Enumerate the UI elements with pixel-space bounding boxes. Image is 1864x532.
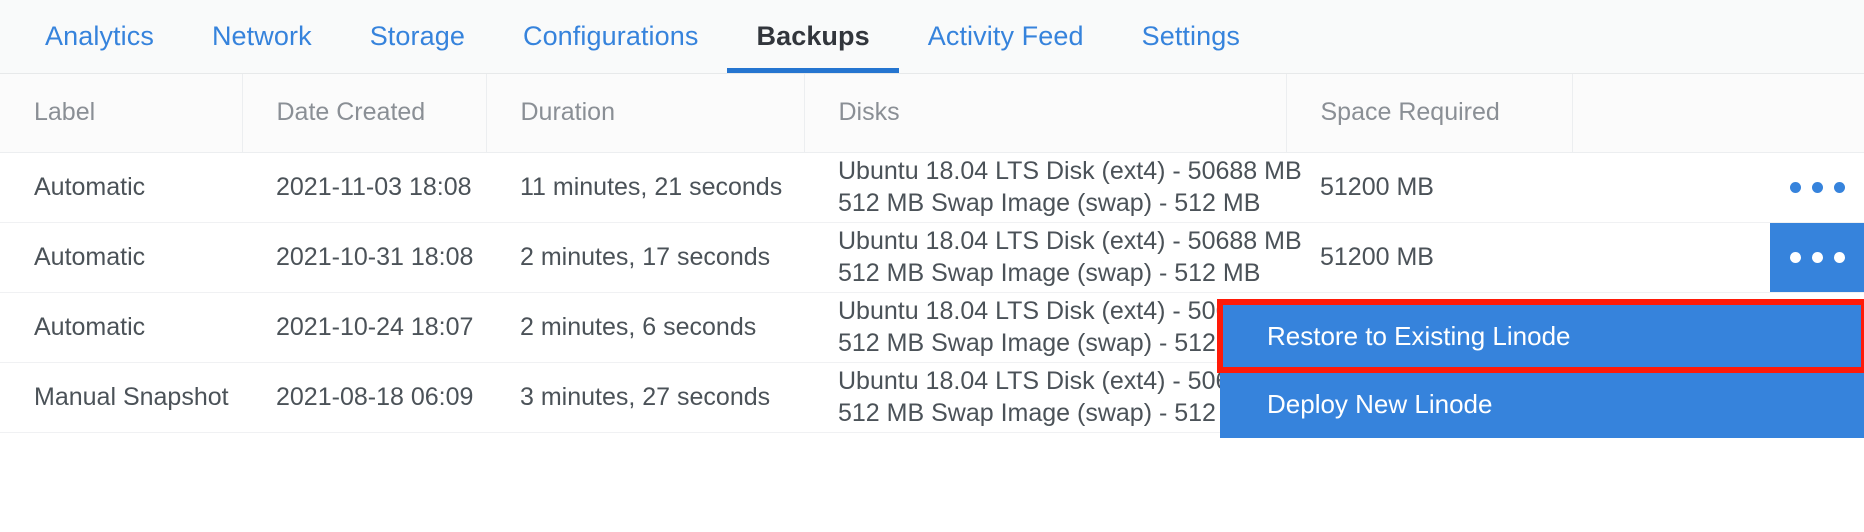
disk-line-primary: Ubuntu 18.04 LTS Disk (ext4) - 50688 MB <box>838 225 1286 257</box>
table-header-row: LabelDate CreatedDurationDisksSpace Requ… <box>0 74 1864 152</box>
kebab-dot <box>1790 252 1801 263</box>
disk-line-primary: Ubuntu 18.04 LTS Disk (ext4) - 50688 MB <box>838 365 1286 397</box>
cell-label: Automatic <box>0 222 242 292</box>
backups-table-head: LabelDate CreatedDurationDisksSpace Requ… <box>0 74 1864 152</box>
cell-date-created: 2021-10-31 18:08 <box>242 222 486 292</box>
kebab-dot <box>1834 182 1845 193</box>
kebab-dot <box>1812 182 1823 193</box>
cell-duration: 3 minutes, 27 seconds <box>486 362 804 432</box>
table-row: Automatic2021-11-03 18:0811 minutes, 21 … <box>0 152 1864 222</box>
tab-bar: AnalyticsNetworkStorageConfigurationsBac… <box>0 0 1864 74</box>
cell-actions <box>1572 222 1864 292</box>
cell-label: Automatic <box>0 292 242 362</box>
column-header-disks: Disks <box>804 74 1286 152</box>
menu-item-restore-to-existing-linode[interactable]: Restore to Existing Linode <box>1220 302 1864 370</box>
menu-item-deploy-new-linode[interactable]: Deploy New Linode <box>1220 370 1864 438</box>
kebab-dot <box>1790 182 1801 193</box>
cell-disks: Ubuntu 18.04 LTS Disk (ext4) - 50688 MB5… <box>804 222 1286 292</box>
cell-date-created: 2021-08-18 06:09 <box>242 362 486 432</box>
kebab-dot <box>1812 252 1823 263</box>
disk-line-primary: Ubuntu 18.04 LTS Disk (ext4) - 50688 MB <box>838 295 1286 327</box>
ellipsis-horizontal-icon[interactable] <box>1770 223 1864 292</box>
cell-duration: 11 minutes, 21 seconds <box>486 152 804 222</box>
tab-list: AnalyticsNetworkStorageConfigurationsBac… <box>0 0 1864 73</box>
cell-date-created: 2021-11-03 18:08 <box>242 152 486 222</box>
cell-space-required: 51200 MB <box>1286 222 1572 292</box>
tab-network[interactable]: Network <box>183 0 341 73</box>
tab-storage[interactable]: Storage <box>341 0 494 73</box>
disk-line-swap: 512 MB Swap Image (swap) - 512 MB <box>838 257 1286 289</box>
cell-duration: 2 minutes, 6 seconds <box>486 292 804 362</box>
disk-line-swap: 512 MB Swap Image (swap) - 512 MB <box>838 397 1286 429</box>
cell-label: Manual Snapshot <box>0 362 242 432</box>
cell-disks: Ubuntu 18.04 LTS Disk (ext4) - 50688 MB5… <box>804 292 1286 362</box>
cell-disks: Ubuntu 18.04 LTS Disk (ext4) - 50688 MB5… <box>804 152 1286 222</box>
tab-analytics[interactable]: Analytics <box>16 0 183 73</box>
cell-space-required: 51200 MB <box>1286 152 1572 222</box>
table-row: Automatic2021-10-31 18:082 minutes, 17 s… <box>0 222 1864 292</box>
kebab-dot <box>1834 252 1845 263</box>
column-header-duration: Duration <box>486 74 804 152</box>
column-header-actions <box>1572 74 1864 152</box>
column-header-date-created: Date Created <box>242 74 486 152</box>
ellipsis-horizontal-icon[interactable] <box>1770 153 1864 222</box>
column-header-space-required: Space Required <box>1286 74 1572 152</box>
tab-settings[interactable]: Settings <box>1113 0 1269 73</box>
cell-label: Automatic <box>0 152 242 222</box>
tab-configurations[interactable]: Configurations <box>494 0 728 73</box>
cell-actions <box>1572 152 1864 222</box>
disk-line-primary: Ubuntu 18.04 LTS Disk (ext4) - 50688 MB <box>838 155 1286 187</box>
tab-activity-feed[interactable]: Activity Feed <box>899 0 1113 73</box>
cell-date-created: 2021-10-24 18:07 <box>242 292 486 362</box>
backup-action-menu: Restore to Existing LinodeDeploy New Lin… <box>1220 302 1864 438</box>
disk-line-swap: 512 MB Swap Image (swap) - 512 MB <box>838 327 1286 359</box>
cell-duration: 2 minutes, 17 seconds <box>486 222 804 292</box>
tab-backups[interactable]: Backups <box>727 0 898 73</box>
cell-disks: Ubuntu 18.04 LTS Disk (ext4) - 50688 MB5… <box>804 362 1286 432</box>
disk-line-swap: 512 MB Swap Image (swap) - 512 MB <box>838 187 1286 219</box>
column-header-label: Label <box>0 74 242 152</box>
